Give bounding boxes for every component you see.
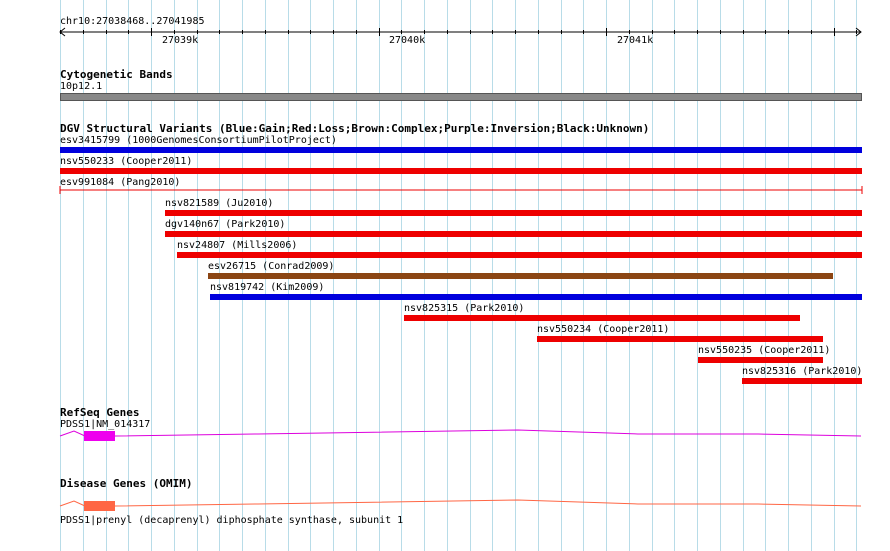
variant-bar[interactable] [537,336,823,342]
cytoband-track-title: Cytogenetic Bands [60,68,173,81]
variant-bar[interactable] [404,315,800,321]
variant-bar[interactable] [165,210,862,216]
variant-bar[interactable] [177,252,862,258]
dgv-track-title: DGV Structural Variants (Blue:Gain;Red:L… [60,122,650,135]
ruler-tick-label: 27040k [389,35,426,46]
variant-bar[interactable] [698,357,823,363]
variant-label: nsv24807 (Mills2006) [177,240,298,251]
ruler-tick-label: 27041k [617,35,654,46]
variant-label: nsv550233 (Cooper2011) [60,156,193,167]
variant-label: nsv821589 (Ju2010) [165,198,274,209]
variant-bar[interactable] [208,273,833,279]
variant-label: dgv140n67 (Park2010) [165,219,286,230]
variant-bar[interactable] [210,294,862,300]
variant-label: esv3415799 (1000GenomesConsortiumPilotPr… [60,135,337,146]
variant-label: nsv550235 (Cooper2011) [698,345,831,356]
variant-bar[interactable] [742,378,862,384]
variant-bar[interactable] [60,168,862,174]
variant-bar-thin[interactable] [59,186,864,194]
omim-track-title: Disease Genes (OMIM) [60,477,193,490]
variant-bar[interactable] [60,147,862,153]
variant-label: nsv819742 (Kim2009) [210,282,325,293]
refseq-gene-model[interactable] [58,427,864,443]
refseq-track-title: RefSeq Genes [60,406,140,419]
ruler-tick-label: 27039k [162,35,199,46]
variant-label: nsv550234 (Cooper2011) [537,324,670,335]
cytoband-bar[interactable] [60,93,862,101]
cytoband-label: 10p12.1 [60,81,103,92]
refseq-exon [84,431,115,441]
omim-gene-model[interactable] [58,497,864,513]
variant-bar[interactable] [165,231,862,237]
variant-label: nsv825316 (Park2010) [742,366,863,377]
variant-label: esv26715 (Conrad2009) [208,261,335,272]
omim-gene-label: PDSS1|prenyl (decaprenyl) diphosphate sy… [60,515,404,526]
variant-label: nsv825315 (Park2010) [404,303,525,314]
omim-exon [84,501,115,511]
